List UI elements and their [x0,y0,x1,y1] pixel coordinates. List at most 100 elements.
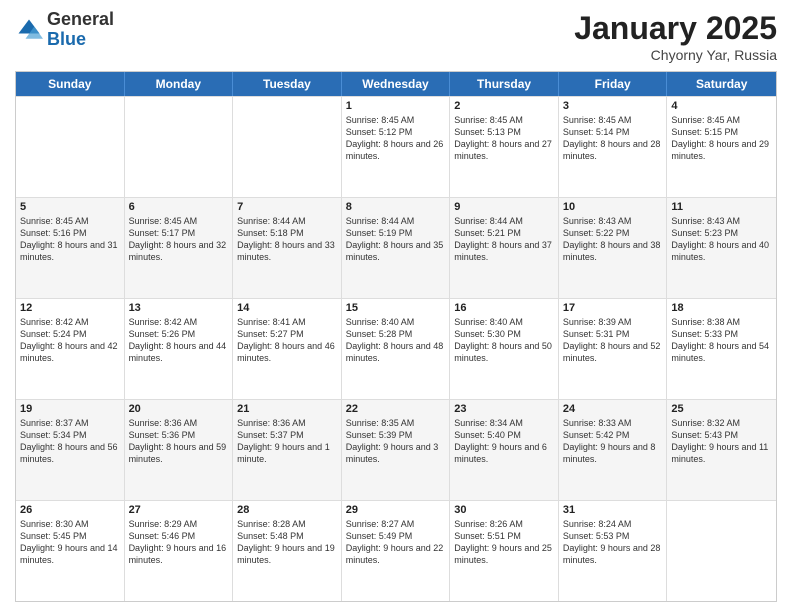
day-31: 31 Sunrise: 8:24 AM Sunset: 5:53 PM Dayli… [559,501,668,601]
cell-text: Sunrise: 8:45 AM Sunset: 5:15 PM Dayligh… [671,114,772,163]
day-number: 30 [454,504,554,516]
day-23: 23 Sunrise: 8:34 AM Sunset: 5:40 PM Dayli… [450,400,559,500]
day-number: 16 [454,302,554,314]
day-number: 8 [346,201,446,213]
weekday-sunday: Sunday [16,72,125,96]
day-number: 13 [129,302,229,314]
day-number: 21 [237,403,337,415]
cell-text: Sunrise: 8:36 AM Sunset: 5:37 PM Dayligh… [237,417,337,466]
cell-text: Sunrise: 8:35 AM Sunset: 5:39 PM Dayligh… [346,417,446,466]
day-10: 10Sunrise: 8:43 AM Sunset: 5:22 PM Dayli… [559,198,668,298]
day-2: 2 Sunrise: 8:45 AM Sunset: 5:13 PM Daylig… [450,97,559,197]
cell-text: Sunrise: 8:43 AM Sunset: 5:22 PM Dayligh… [563,215,663,264]
day-number: 2 [454,100,554,112]
day-number: 15 [346,302,446,314]
cell-text: Sunrise: 8:45 AM Sunset: 5:13 PM Dayligh… [454,114,554,163]
day-number: 25 [671,403,772,415]
day-21: 21 Sunrise: 8:36 AM Sunset: 5:37 PM Dayli… [233,400,342,500]
cell-text: Sunrise: 8:37 AM Sunset: 5:34 PM Dayligh… [20,417,120,466]
day-8: 8 Sunrise: 8:44 AM Sunset: 5:19 PM Daylig… [342,198,451,298]
day-number: 28 [237,504,337,516]
day-number: 7 [237,201,337,213]
calendar-body: 1 Sunrise: 8:45 AM Sunset: 5:12 PM Daylig… [16,96,776,601]
cell-text: Sunrise: 8:42 AM Sunset: 5:26 PM Dayligh… [129,316,229,365]
day-number: 27 [129,504,229,516]
cell-text: Sunrise: 8:30 AM Sunset: 5:45 PM Dayligh… [20,518,120,567]
day-number: 1 [346,100,446,112]
day-number: 3 [563,100,663,112]
day-number: 18 [671,302,772,314]
cell-text: Sunrise: 8:44 AM Sunset: 5:19 PM Dayligh… [346,215,446,264]
day-11: 11 Sunrise: 8:43 AM Sunset: 5:23 PM Dayli… [667,198,776,298]
day-number: 12 [20,302,120,314]
cell-text: Sunrise: 8:43 AM Sunset: 5:23 PM Dayligh… [671,215,772,264]
cell-text: Sunrise: 8:26 AM Sunset: 5:51 PM Dayligh… [454,518,554,567]
day-number: 23 [454,403,554,415]
calendar-row: 5 Sunrise: 8:45 AM Sunset: 5:16 PM Daylig… [16,197,776,298]
cell-text: Sunrise: 8:45 AM Sunset: 5:16 PM Dayligh… [20,215,120,264]
day-number: 31 [563,504,663,516]
day-number: 17 [563,302,663,314]
day-number: 19 [20,403,120,415]
title-block: January 2025 Chyorny Yar, Russia [574,10,777,63]
cell-text: Sunrise: 8:33 AM Sunset: 5:42 PM Dayligh… [563,417,663,466]
calendar-row: 1 Sunrise: 8:45 AM Sunset: 5:12 PM Daylig… [16,96,776,197]
day-27: 27 Sunrise: 8:29 AM Sunset: 5:46 PM Dayli… [125,501,234,601]
day-30: 30 Sunrise: 8:26 AM Sunset: 5:51 PM Dayli… [450,501,559,601]
cell-text: Sunrise: 8:38 AM Sunset: 5:33 PM Dayligh… [671,316,772,365]
cell-text: Sunrise: 8:45 AM Sunset: 5:12 PM Dayligh… [346,114,446,163]
weekday-tuesday: Tuesday [233,72,342,96]
weekday-wednesday: Wednesday [342,72,451,96]
empty-cell [233,97,342,197]
day-20: 20Sunrise: 8:36 AM Sunset: 5:36 PM Dayli… [125,400,234,500]
day-4: 4 Sunrise: 8:45 AM Sunset: 5:15 PM Daylig… [667,97,776,197]
cell-text: Sunrise: 8:27 AM Sunset: 5:49 PM Dayligh… [346,518,446,567]
cell-text: Sunrise: 8:44 AM Sunset: 5:21 PM Dayligh… [454,215,554,264]
cell-text: Sunrise: 8:45 AM Sunset: 5:14 PM Dayligh… [563,114,663,163]
day-18: 18 Sunrise: 8:38 AM Sunset: 5:33 PM Dayli… [667,299,776,399]
day-number: 29 [346,504,446,516]
day-19: 19 Sunrise: 8:37 AM Sunset: 5:34 PM Dayli… [16,400,125,500]
day-16: 16Sunrise: 8:40 AM Sunset: 5:30 PM Dayli… [450,299,559,399]
logo-text: General Blue [47,10,114,50]
day-3: 3 Sunrise: 8:45 AM Sunset: 5:14 PM Daylig… [559,97,668,197]
day-24: 24Sunrise: 8:33 AM Sunset: 5:42 PM Dayli… [559,400,668,500]
day-number: 9 [454,201,554,213]
empty-cell [125,97,234,197]
calendar: Sunday Monday Tuesday Wednesday Thursday… [15,71,777,602]
day-number: 4 [671,100,772,112]
calendar-row: 12 Sunrise: 8:42 AM Sunset: 5:24 PM Dayli… [16,298,776,399]
empty-cell [667,501,776,601]
day-13: 13 Sunrise: 8:42 AM Sunset: 5:26 PM Dayli… [125,299,234,399]
cell-text: Sunrise: 8:29 AM Sunset: 5:46 PM Dayligh… [129,518,229,567]
cell-text: Sunrise: 8:36 AM Sunset: 5:36 PM Dayligh… [129,417,229,466]
day-number: 26 [20,504,120,516]
weekday-friday: Friday [559,72,668,96]
day-26: 26 Sunrise: 8:30 AM Sunset: 5:45 PM Dayli… [16,501,125,601]
cell-text: Sunrise: 8:34 AM Sunset: 5:40 PM Dayligh… [454,417,554,466]
weekday-thursday: Thursday [450,72,559,96]
logo: General Blue [15,10,114,50]
day-number: 5 [20,201,120,213]
cell-text: Sunrise: 8:24 AM Sunset: 5:53 PM Dayligh… [563,518,663,567]
logo-blue-text: Blue [47,29,86,49]
cell-text: Sunrise: 8:42 AM Sunset: 5:24 PM Dayligh… [20,316,120,365]
cell-text: Sunrise: 8:32 AM Sunset: 5:43 PM Dayligh… [671,417,772,466]
day-number: 11 [671,201,772,213]
day-6: 6Sunrise: 8:45 AM Sunset: 5:17 PM Daylig… [125,198,234,298]
day-25: 25 Sunrise: 8:32 AM Sunset: 5:43 PM Dayli… [667,400,776,500]
page: General Blue January 2025 Chyorny Yar, R… [0,0,792,612]
day-17: 17Sunrise: 8:39 AM Sunset: 5:31 PM Dayli… [559,299,668,399]
logo-general-text: General [47,9,114,29]
cell-text: Sunrise: 8:40 AM Sunset: 5:28 PM Dayligh… [346,316,446,365]
month-title: January 2025 [574,10,777,47]
day-number: 6 [129,201,229,213]
day-number: 14 [237,302,337,314]
location-title: Chyorny Yar, Russia [574,47,777,63]
weekday-saturday: Saturday [667,72,776,96]
cell-text: Sunrise: 8:41 AM Sunset: 5:27 PM Dayligh… [237,316,337,365]
day-9: 9 Sunrise: 8:44 AM Sunset: 5:21 PM Daylig… [450,198,559,298]
logo-icon [15,16,43,44]
day-15: 15 Sunrise: 8:40 AM Sunset: 5:28 PM Dayli… [342,299,451,399]
weekday-monday: Monday [125,72,234,96]
